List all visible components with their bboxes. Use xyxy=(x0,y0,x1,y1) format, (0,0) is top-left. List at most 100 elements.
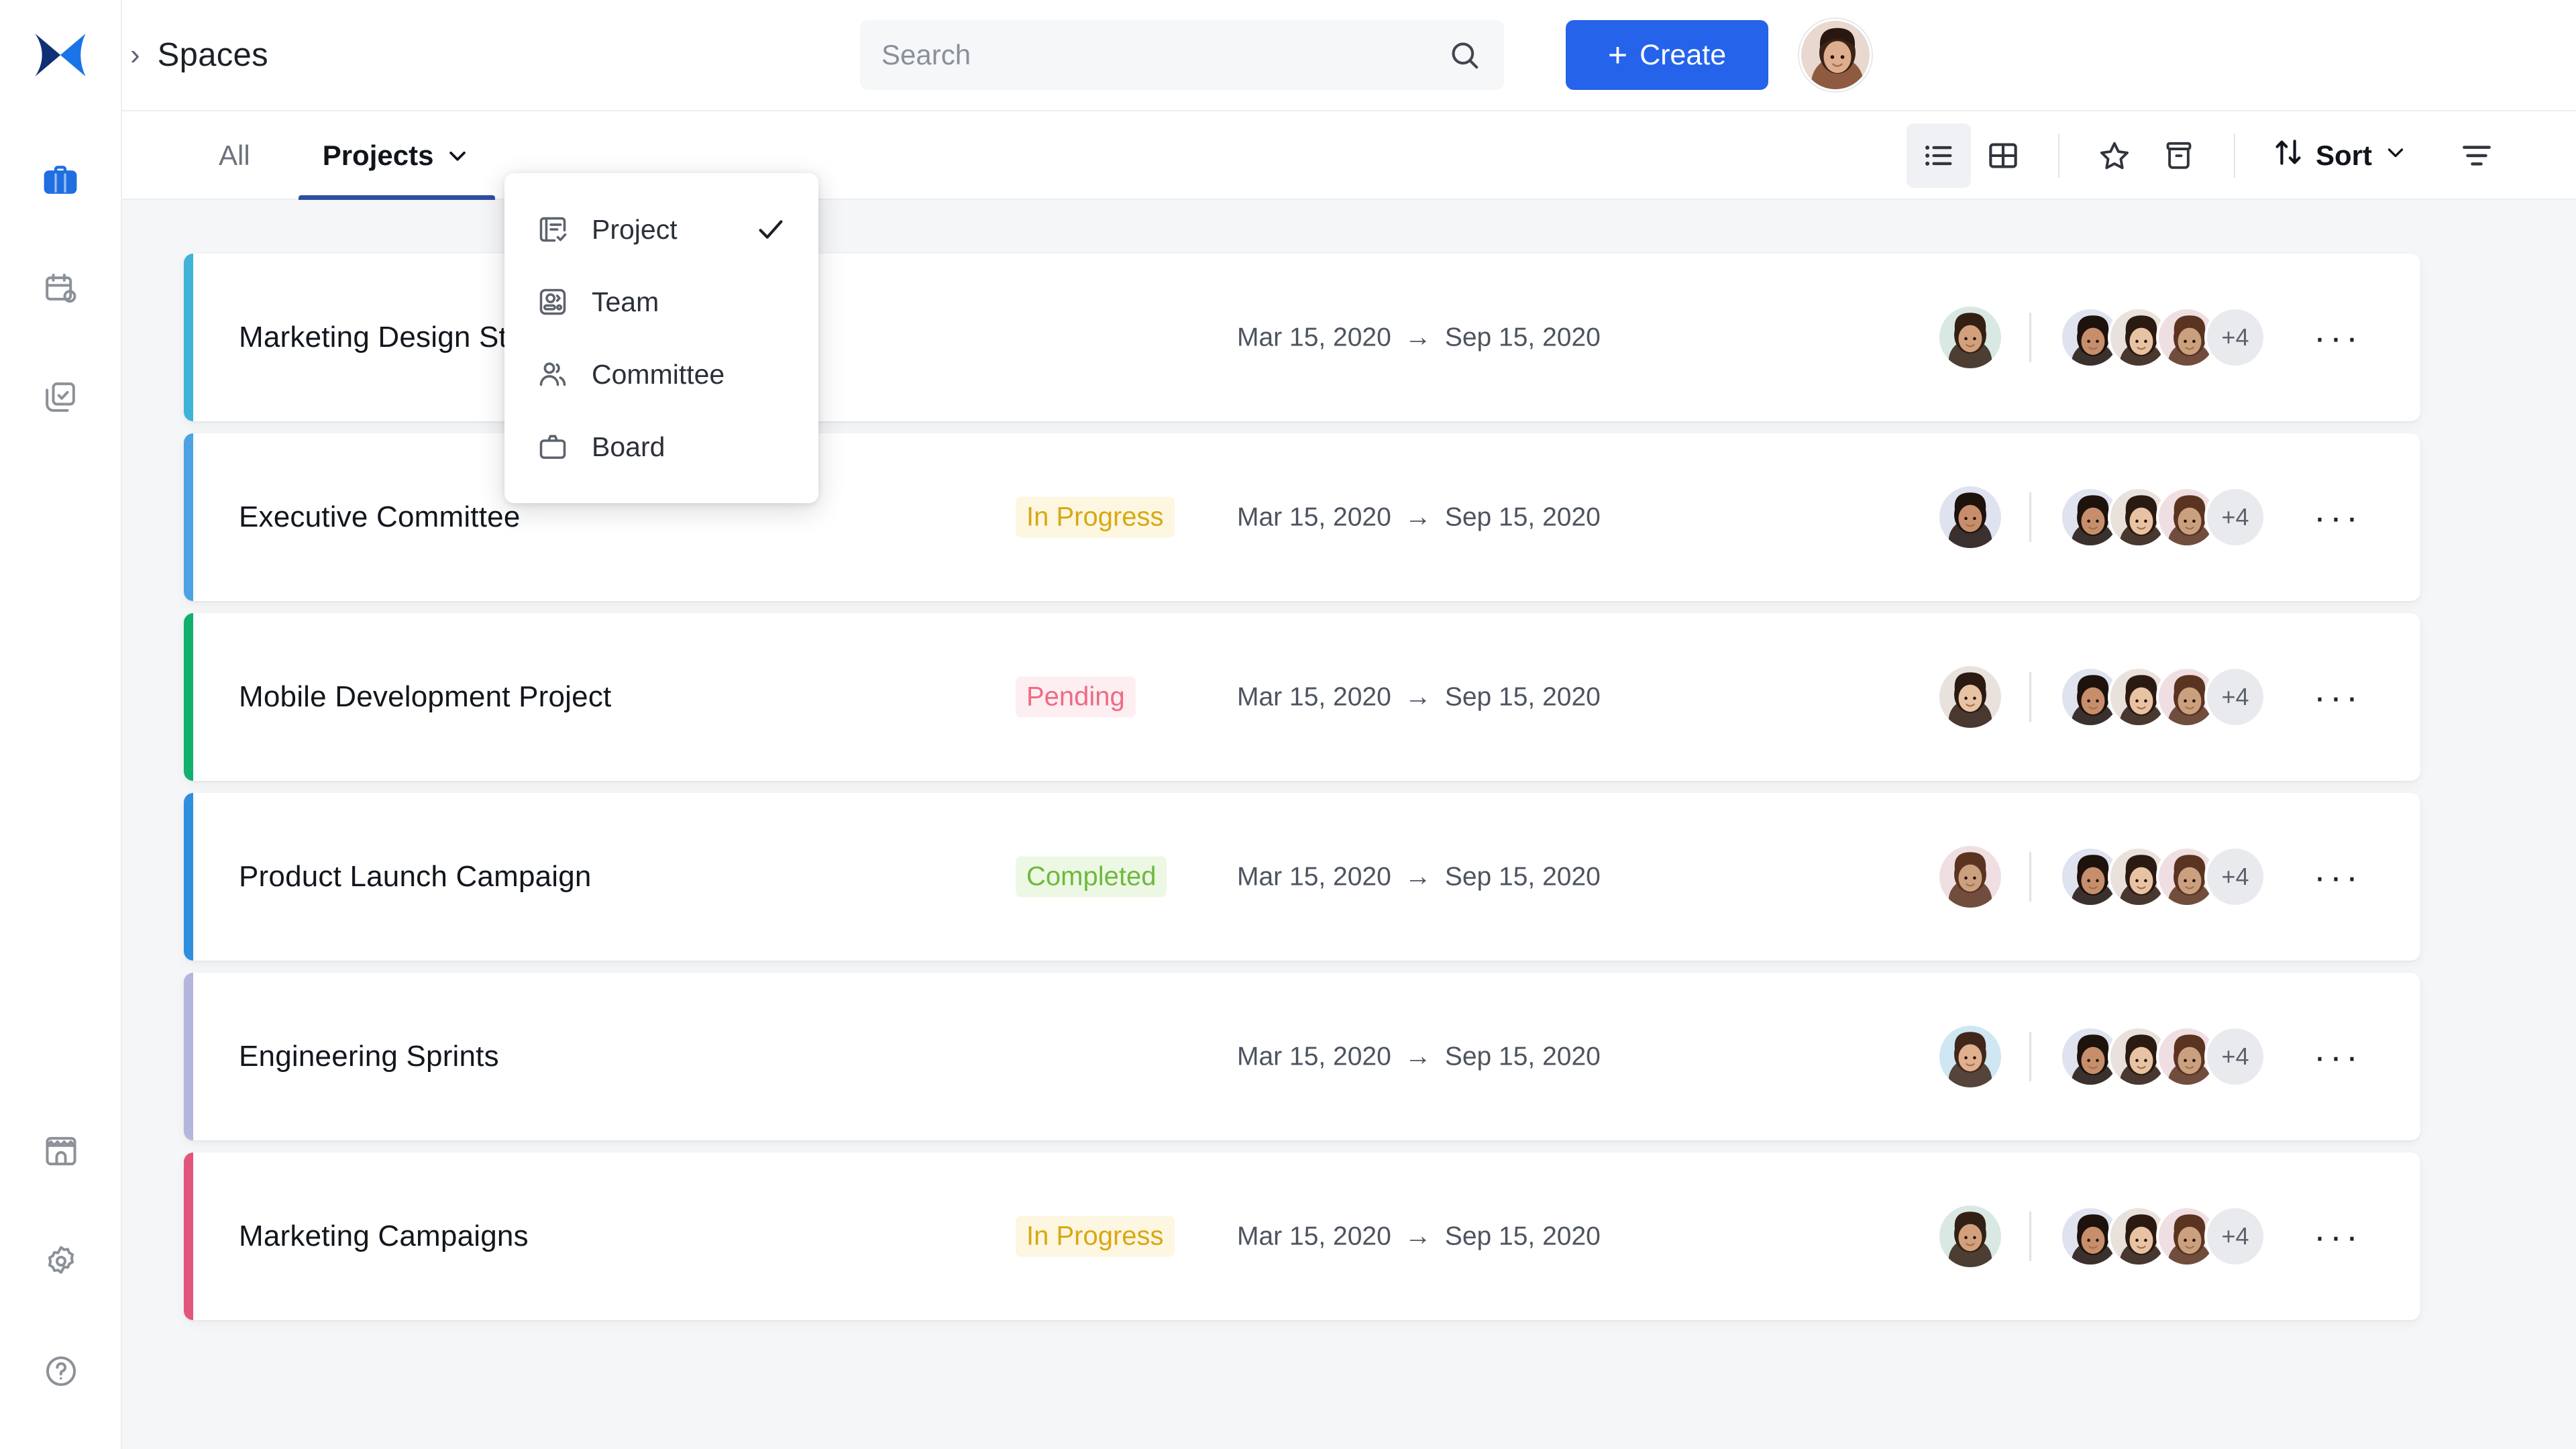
sort-button[interactable]: Sort xyxy=(2258,123,2422,188)
row-more-options-icon[interactable]: ··· xyxy=(2308,1026,2368,1087)
end-date: Sep 15, 2020 xyxy=(1444,862,1601,891)
calendar-clock-icon xyxy=(42,270,79,311)
start-date: Mar 15, 2020 xyxy=(1237,1042,1391,1071)
row-more-options-icon[interactable]: ··· xyxy=(2308,1206,2368,1267)
start-date: Mar 15, 2020 xyxy=(1237,323,1391,352)
table-row[interactable]: Marketing Campaigns In Progress Mar 15, 20… xyxy=(184,1152,2420,1320)
member-avatar-stack: +4 xyxy=(2059,307,2266,368)
dropdown-item-project-label: Project xyxy=(592,213,678,245)
arrow-right-icon: → xyxy=(1404,1041,1432,1071)
row-title: Marketing Design Str xyxy=(239,321,517,354)
filter-icon[interactable] xyxy=(2445,123,2509,188)
tab-projects[interactable]: Projects xyxy=(286,111,508,200)
board-briefcase-icon xyxy=(535,429,570,464)
row-people: +4 xyxy=(1939,1026,2266,1087)
sort-arrows-icon xyxy=(2271,136,2305,176)
search-input[interactable] xyxy=(860,39,1438,71)
page-title: Spaces xyxy=(157,37,268,73)
row-date-range: Mar 15, 2020 → Sep 15, 2020 xyxy=(1237,1222,1601,1252)
filter-tabs-bar: All Projects Sort xyxy=(122,111,2576,200)
status-badge: Pending xyxy=(1016,676,1136,718)
people-divider xyxy=(2029,1032,2031,1081)
sidebar-item-calendar[interactable] xyxy=(32,262,89,318)
table-row[interactable]: Product Launch Campaign Completed Mar 15, … xyxy=(184,793,2420,961)
tab-all[interactable]: All xyxy=(182,111,286,200)
table-row[interactable]: Engineering Sprints Mar 15, 2020 → Sep 15, … xyxy=(184,973,2420,1140)
rail-primary-items xyxy=(32,153,89,427)
chevron-down-icon[interactable] xyxy=(444,142,471,169)
sidebar-item-spaces[interactable] xyxy=(32,153,89,209)
search-icon[interactable] xyxy=(1438,38,1491,72)
tab-projects-label: Projects xyxy=(322,140,434,171)
owner-avatar[interactable] xyxy=(1939,846,2001,908)
star-icon[interactable] xyxy=(2082,123,2147,188)
owner-avatar[interactable] xyxy=(1939,486,2001,548)
avatar[interactable] xyxy=(1799,19,1872,91)
end-date: Sep 15, 2020 xyxy=(1444,1222,1601,1250)
dropdown-item-team[interactable]: Team xyxy=(504,266,818,338)
row-date-range: Mar 15, 2020 → Sep 15, 2020 xyxy=(1237,502,1601,533)
arrow-right-icon: → xyxy=(1404,502,1432,532)
end-date: Sep 15, 2020 xyxy=(1444,323,1601,352)
archive-icon[interactable] xyxy=(2147,123,2211,188)
list-view-icon[interactable] xyxy=(1907,123,1971,188)
people-divider xyxy=(2029,672,2031,722)
search-box[interactable] xyxy=(860,20,1504,90)
butterfly-logo[interactable] xyxy=(30,24,91,86)
row-more-options-icon[interactable]: ··· xyxy=(2308,487,2368,547)
owner-avatar[interactable] xyxy=(1939,1026,2001,1087)
row-people: +4 xyxy=(1939,846,2266,908)
dropdown-item-committee[interactable]: Committee xyxy=(504,338,818,411)
avatar-overflow-count[interactable]: +4 xyxy=(2204,307,2266,368)
sidebar-item-marketplace[interactable] xyxy=(33,1124,89,1181)
row-title: Marketing Campaigns xyxy=(239,1220,529,1252)
breadcrumb: › Spaces xyxy=(130,36,268,74)
status-badge: In Progress xyxy=(1016,1216,1175,1257)
team-card-icon xyxy=(535,284,570,319)
dropdown-item-project[interactable]: Project xyxy=(504,193,818,266)
status-badge: Completed xyxy=(1016,856,1167,898)
people-divider xyxy=(2029,1212,2031,1261)
avatar-overflow-count[interactable]: +4 xyxy=(2204,1026,2266,1087)
arrow-right-icon: → xyxy=(1404,861,1432,892)
start-date: Mar 15, 2020 xyxy=(1237,502,1391,531)
start-date: Mar 15, 2020 xyxy=(1237,682,1391,711)
row-color-bar xyxy=(184,1152,193,1320)
sidebar-item-help[interactable] xyxy=(33,1344,89,1401)
sidebar-item-tasks[interactable] xyxy=(32,370,89,427)
row-people: +4 xyxy=(1939,666,2266,728)
owner-avatar[interactable] xyxy=(1939,1205,2001,1267)
chevron-down-icon xyxy=(2383,140,2408,172)
dropdown-item-board[interactable]: Board xyxy=(504,411,818,483)
sidebar-item-settings[interactable] xyxy=(33,1234,89,1291)
avatar-overflow-count[interactable]: +4 xyxy=(2204,846,2266,908)
row-date-range: Mar 15, 2020 → Sep 15, 2020 xyxy=(1237,862,1601,892)
end-date: Sep 15, 2020 xyxy=(1444,1042,1601,1071)
space-type-dropdown: Project Team Committee Board xyxy=(504,173,818,503)
row-people: +4 xyxy=(1939,307,2266,368)
gear-icon xyxy=(42,1242,80,1283)
avatar-overflow-count[interactable]: +4 xyxy=(2204,486,2266,548)
create-button[interactable]: + Create xyxy=(1566,20,1768,90)
briefcase-icon xyxy=(42,161,79,202)
arrow-right-icon: → xyxy=(1404,682,1432,712)
avatar-overflow-count[interactable]: +4 xyxy=(2204,1205,2266,1267)
grid-view-icon[interactable] xyxy=(1971,123,2035,188)
row-more-options-icon[interactable]: ··· xyxy=(2308,667,2368,727)
row-more-options-icon[interactable]: ··· xyxy=(2308,847,2368,907)
owner-avatar[interactable] xyxy=(1939,666,2001,728)
arrow-right-icon: → xyxy=(1404,1221,1432,1251)
row-color-bar xyxy=(184,433,193,601)
row-color-bar xyxy=(184,254,193,421)
plus-icon: + xyxy=(1607,36,1628,74)
people-divider xyxy=(2029,492,2031,542)
dropdown-item-team-label: Team xyxy=(592,286,659,317)
tasks-checklist-icon xyxy=(42,378,79,419)
avatar-overflow-count[interactable]: +4 xyxy=(2204,666,2266,728)
row-more-options-icon[interactable]: ··· xyxy=(2308,307,2368,368)
table-row[interactable]: Mobile Development Project Pending Mar 15,… xyxy=(184,613,2420,781)
arrow-right-icon: → xyxy=(1404,322,1432,352)
row-title: Engineering Sprints xyxy=(239,1040,499,1073)
owner-avatar[interactable] xyxy=(1939,307,2001,368)
end-date: Sep 15, 2020 xyxy=(1444,502,1601,531)
